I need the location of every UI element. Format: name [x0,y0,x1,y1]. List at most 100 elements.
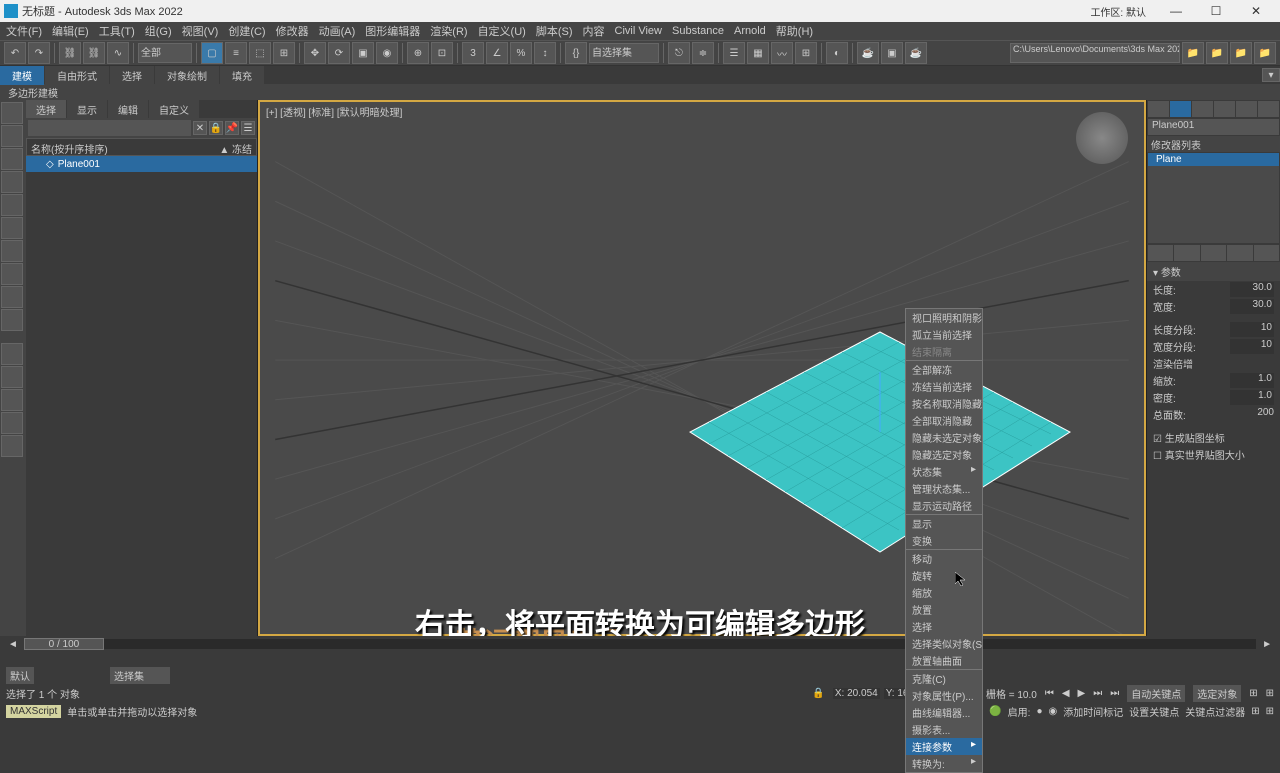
maximize-button[interactable]: ☐ [1196,1,1236,21]
project-path[interactable]: C:\Users\Lenovo\Documents\3ds Max 2022 [1010,43,1180,63]
minimize-button[interactable]: — [1156,1,1196,21]
lbtn-13[interactable] [1,389,23,411]
menu-item[interactable]: Substance [672,25,724,37]
context-menu-item[interactable]: 结束隔离 [906,343,982,360]
gen-coords-checkbox[interactable]: ☑ 生成贴图坐标 [1147,429,1280,446]
lbtn-10[interactable] [1,309,23,331]
explorer-tab-display[interactable]: 显示 [67,100,107,118]
snap-button[interactable]: 3 [462,42,484,64]
named-sel-button[interactable]: {} [565,42,587,64]
angle-snap-button[interactable]: ∠ [486,42,508,64]
menu-item[interactable]: 动画(A) [319,23,356,39]
menu-item[interactable]: 脚本(S) [536,23,573,39]
explorer-tab-select[interactable]: 选择 [26,100,66,118]
context-menu-item[interactable]: 缩放 [906,584,982,601]
link-button[interactable]: ⛓ [59,42,81,64]
menu-item[interactable]: 内容 [583,23,605,39]
explorer-tab-custom[interactable]: 自定义 [149,100,199,118]
ribbon-toggle[interactable]: ▾ [1262,68,1280,82]
selmode-combo[interactable]: 自选择集 [589,43,659,63]
menu-item[interactable]: 文件(F) [6,23,42,39]
spinner-snap-button[interactable]: ↕ [534,42,556,64]
length-spinner[interactable]: 30.0 [1230,282,1274,297]
pin-icon[interactable]: 📌 [225,121,239,135]
ribbon-subtab[interactable]: 多边形建模 [0,84,1280,100]
lseg-spinner[interactable]: 10 [1230,322,1274,337]
params-rollout-header[interactable]: ▾ 参数 [1147,262,1280,281]
scale-spinner[interactable]: 1.0 [1230,373,1274,388]
select-region-button[interactable]: ⬚ [249,42,271,64]
stack-item-plane[interactable]: Plane [1148,153,1279,166]
time-slider[interactable]: ◄ 0 / 100 ► [0,636,1280,652]
context-menu-item[interactable]: 曲线编辑器... [906,704,982,721]
context-menu-item[interactable]: 全部取消隐藏 [906,412,982,429]
context-menu-item[interactable]: 摄影表... [906,721,982,738]
lbtn-12[interactable] [1,366,23,388]
lbtn-3[interactable] [1,148,23,170]
menu-item[interactable]: 创建(C) [228,23,265,39]
plane-object[interactable] [680,322,1080,562]
context-menu-item[interactable]: 全部解冻 [906,361,982,378]
menu-item[interactable]: 编辑(E) [52,23,89,39]
render-setup-button[interactable]: ☕ [857,42,879,64]
path-btn2[interactable]: 📁 [1206,42,1228,64]
motion-tab[interactable] [1214,101,1235,117]
lock-icon[interactable]: 🔒 [209,121,223,135]
move-button[interactable]: ✥ [304,42,326,64]
context-menu-item[interactable]: 冻结当前选择 [906,378,982,395]
stack-btn-4[interactable] [1227,245,1252,261]
tree-item-plane001[interactable]: ◇Plane001 [26,156,257,172]
context-menu-item[interactable]: 选择类似对象(S) [906,635,982,652]
close-button[interactable]: ✕ [1236,1,1276,21]
material-button[interactable]: ◐ [826,42,848,64]
context-menu-item[interactable]: 转换为:▸ [906,755,982,772]
menu-item[interactable]: 工具(T) [99,23,135,39]
display-tab[interactable] [1236,101,1257,117]
context-menu-item[interactable]: 视口照明和阴影▸ [906,309,982,326]
viewport-perspective[interactable]: [+] [透视] [标准] [默认明暗处理] [258,100,1146,636]
unlink-button[interactable]: ⛓ [83,42,105,64]
render-frame-button[interactable]: ▣ [881,42,903,64]
list-icon[interactable]: ☰ [241,121,255,135]
modifier-list-label[interactable]: 修改器列表 [1147,136,1280,152]
tab-populate[interactable]: 填充 [220,66,264,85]
bind-button[interactable]: ∿ [107,42,129,64]
lbtn-5[interactable] [1,194,23,216]
maxscript-label[interactable]: MAXScript [6,705,61,718]
track-bar[interactable] [0,652,1280,666]
stack-btn-2[interactable] [1174,245,1199,261]
redo-button[interactable]: ↷ [28,42,50,64]
stack-btn-1[interactable] [1148,245,1173,261]
autokey-button[interactable]: 自动关键点 [1127,685,1185,702]
search-input[interactable] [28,120,191,136]
viewcube[interactable] [1076,112,1128,164]
scale-button[interactable]: ▣ [352,42,374,64]
path-btn3[interactable]: 📁 [1230,42,1252,64]
context-menu-item[interactable]: 克隆(C) [906,670,982,687]
hierarchy-tab[interactable] [1192,101,1213,117]
menu-item[interactable]: Civil View [615,25,662,37]
refcoord-button[interactable]: ⊕ [407,42,429,64]
time-tag[interactable]: 添加时间标记 [1063,704,1123,719]
explorer-header[interactable]: 名称(按升序排序)▲ 冻结 [26,138,257,156]
context-menu-item[interactable]: 显示 [906,515,982,532]
object-name-field[interactable]: Plane001 [1148,119,1279,135]
context-menu-item[interactable]: 对象属性(P)... [906,687,982,704]
keyfilter-button[interactable]: 关键点过滤器 [1185,704,1245,719]
lbtn-14[interactable] [1,412,23,434]
select-name-button[interactable]: ≡ [225,42,247,64]
lbtn-11[interactable] [1,343,23,365]
selset-combo2[interactable]: 选择集 [110,667,170,684]
pivot-button[interactable]: ⊡ [431,42,453,64]
wseg-spinner[interactable]: 10 [1230,339,1274,354]
context-menu-item[interactable]: 变换 [906,532,982,549]
context-menu-item[interactable]: 孤立当前选择 [906,326,982,343]
rotate-button[interactable]: ⟳ [328,42,350,64]
setkey-button[interactable]: 设置关键点 [1129,704,1179,719]
menu-item[interactable]: Arnold [734,25,766,37]
context-menu-item[interactable]: 按名称取消隐藏 [906,395,982,412]
lbtn-8[interactable] [1,263,23,285]
lbtn-2[interactable] [1,125,23,147]
utilities-tab[interactable] [1258,101,1279,117]
menu-item[interactable]: 帮助(H) [776,23,813,39]
